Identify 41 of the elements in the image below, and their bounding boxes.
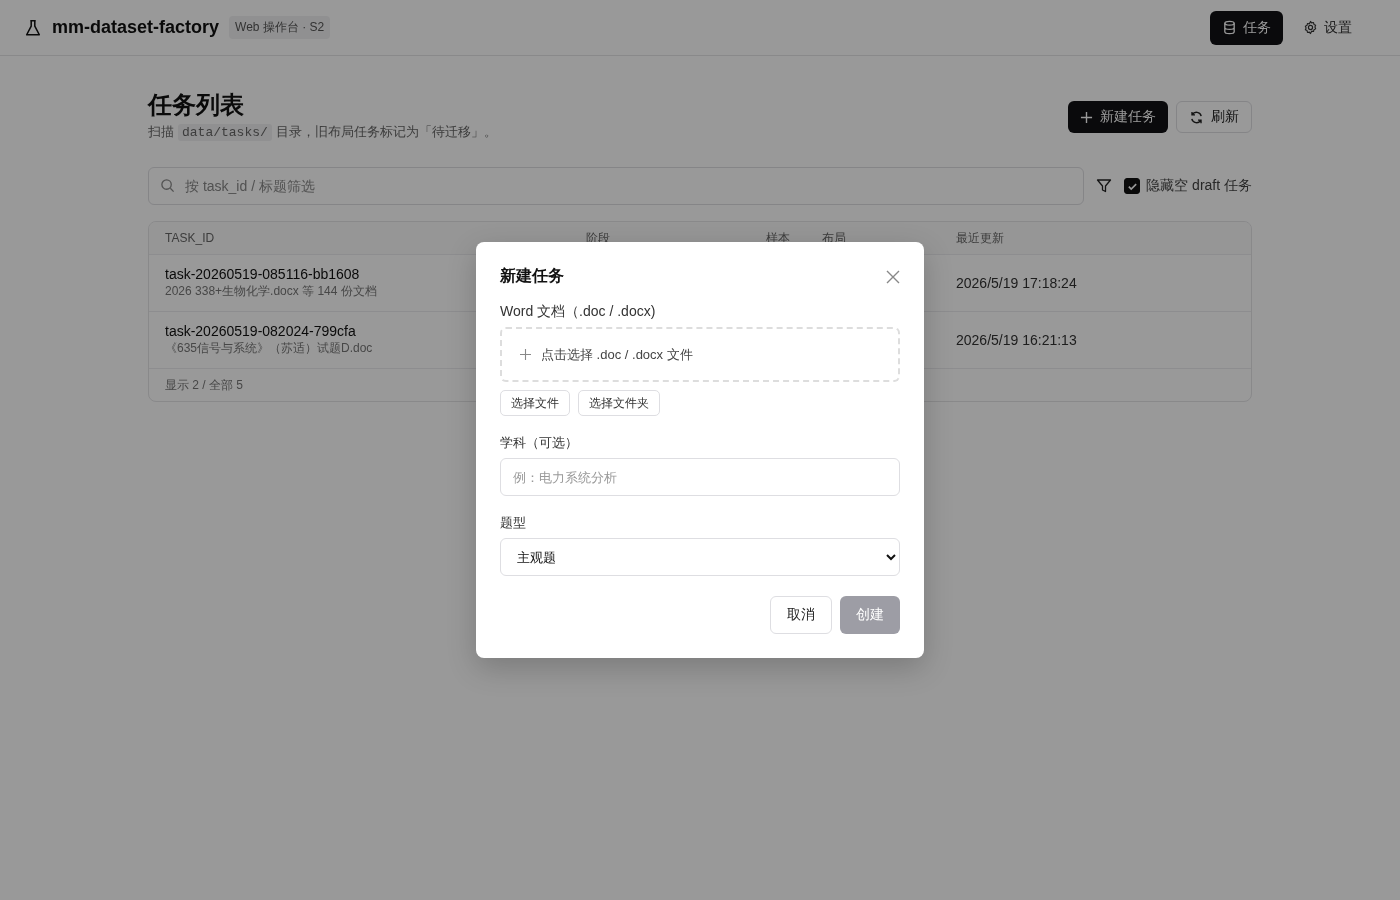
flask-icon bbox=[24, 18, 42, 37]
description-text: 目录，旧布局任务标记为「待迁移」。 bbox=[275, 123, 497, 141]
dialog-title: 新建任务 bbox=[500, 266, 564, 286]
checkbox-label: 隐藏空 draft 任务 bbox=[1146, 177, 1252, 195]
new-task-button[interactable]: 新建任务 bbox=[1068, 101, 1168, 133]
subject-input[interactable]: 例：电力系统分析 bbox=[500, 458, 900, 496]
cancel-button[interactable]: 取消 bbox=[770, 596, 832, 634]
file-dropzone[interactable]: 点击选择 .doc / .docx 文件 bbox=[500, 327, 900, 382]
database-icon bbox=[1222, 20, 1237, 35]
task-id[interactable]: task-20260519-082024-799cfa bbox=[165, 323, 356, 339]
settings-nav-button[interactable]: 设置 bbox=[1291, 10, 1364, 45]
plus-icon bbox=[520, 349, 531, 360]
description-text: 扫描 bbox=[148, 123, 174, 141]
column-header: 样本 bbox=[766, 229, 791, 247]
path-code: data/tasks/ bbox=[178, 123, 272, 141]
choose-file-button[interactable]: 选择文件 bbox=[500, 390, 570, 416]
version-badge: Web 操作台 · S2 bbox=[229, 16, 331, 39]
checkbox[interactable] bbox=[1124, 178, 1141, 194]
task-id[interactable]: task-20260519-085116-bb1608 bbox=[165, 266, 360, 282]
plus-icon bbox=[1080, 110, 1093, 124]
settings-icon bbox=[1303, 20, 1318, 35]
updated-time: 2026/5/19 16:21:13 bbox=[956, 332, 1078, 348]
app-name: mm-dataset-factory bbox=[52, 17, 220, 38]
table-footer: 显示 2 / 全部 5 bbox=[165, 376, 244, 394]
column-header: 最近更新 bbox=[956, 229, 1005, 247]
search-icon bbox=[160, 178, 175, 193]
task-subtitle: 《635信号与系统》（苏适）试题D.doc bbox=[165, 340, 373, 357]
refresh-button[interactable]: 刷新 bbox=[1176, 101, 1252, 133]
page-title: 任务列表 bbox=[148, 90, 245, 120]
task-subtitle: 2026 338+生物化学.docx 等 144 份文档 bbox=[165, 283, 377, 300]
search-field[interactable]: 按 task_id / 标题筛选 bbox=[148, 167, 1085, 205]
field-label: Word 文档（.doc / .docx) bbox=[500, 303, 657, 321]
type-select[interactable]: 主观题 bbox=[500, 538, 900, 576]
refresh-icon bbox=[1189, 109, 1204, 125]
filter-icon bbox=[1096, 178, 1113, 194]
tasks-nav-button[interactable]: 任务 bbox=[1210, 10, 1283, 45]
updated-time: 2026/5/19 17:18:24 bbox=[956, 275, 1078, 291]
field-label: 学科（可选） bbox=[500, 434, 579, 452]
field-label: 题型 bbox=[500, 514, 527, 532]
column-header: TASK_ID bbox=[165, 231, 216, 245]
choose-folder-button[interactable]: 选择文件夹 bbox=[578, 390, 660, 416]
